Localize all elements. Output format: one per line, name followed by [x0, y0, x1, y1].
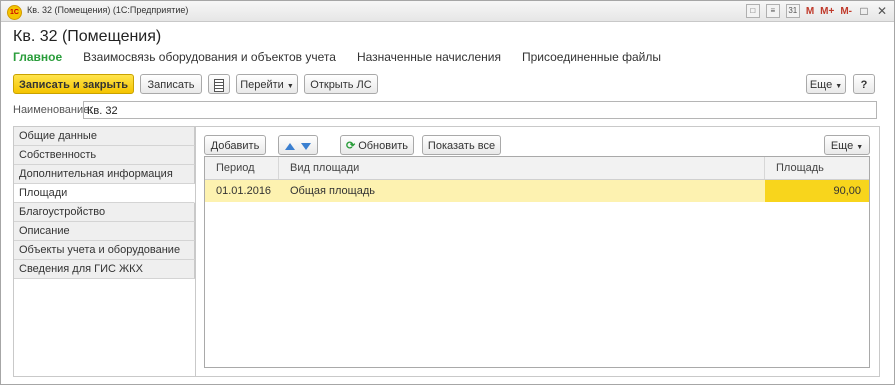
goto-button[interactable]: Перейти ▼ — [236, 74, 298, 94]
sidebar-item-amenities[interactable]: Благоустройство — [14, 203, 195, 222]
restore-icon[interactable]: □ — [858, 4, 870, 18]
calendar-icon[interactable]: 31 — [785, 4, 800, 18]
cell-period[interactable]: 01.01.2016 — [205, 180, 279, 202]
tab-assigned-charges[interactable]: Назначенные начисления — [357, 50, 501, 64]
arrow-down-icon[interactable] — [301, 142, 311, 150]
details-panel: Общие данные Собственность Дополнительна… — [13, 126, 880, 377]
sidebar-item-metering-objects[interactable]: Объекты учета и оборудование — [14, 241, 195, 260]
app-window: 1С Кв. 32 (Помещения) (1С:Предприятие) □… — [0, 0, 895, 385]
save-icon[interactable]: □ — [745, 4, 760, 18]
sidebar-item-general[interactable]: Общие данные — [14, 127, 195, 146]
sidebar-item-areas[interactable]: Площади — [14, 184, 195, 203]
refresh-icon: ⟳ — [345, 140, 356, 152]
refresh-button[interactable]: ⟳ Обновить — [340, 135, 414, 155]
save-and-close-button[interactable]: Записать и закрыть — [13, 74, 134, 94]
areas-table: Период Вид площади Площадь 01.01.2016 Об… — [204, 156, 870, 368]
command-bar: Записать и закрыть Записать Перейти ▼ Отк… — [13, 74, 879, 96]
refresh-label: Обновить — [358, 140, 409, 152]
table-row[interactable]: 01.01.2016 Общая площадь 90,00 — [205, 180, 869, 202]
memory-m-button[interactable]: M — [806, 6, 814, 17]
close-icon[interactable]: ✕ — [876, 4, 888, 18]
list-icon[interactable]: ≡ — [765, 4, 780, 18]
column-header-period[interactable]: Период — [205, 157, 279, 179]
tab-main[interactable]: Главное — [13, 50, 62, 64]
chevron-down-icon: ▼ — [835, 83, 843, 90]
name-label: Наименование: — [13, 104, 93, 116]
save-button[interactable]: Записать — [140, 74, 202, 94]
form-title: Кв. 32 (Помещения) — [13, 28, 162, 45]
cell-area[interactable]: 90,00 — [765, 180, 869, 202]
more-label: Еще — [809, 79, 833, 91]
more-button[interactable]: Еще ▼ — [806, 74, 846, 94]
table-header: Период Вид площади Площадь — [205, 157, 869, 180]
arrow-up-icon[interactable] — [285, 142, 295, 150]
goto-label: Перейти — [240, 79, 284, 91]
areas-content: Добавить ⟳ Обновить Показать все Еще ▼ Пер… — [195, 127, 879, 376]
window-title: Кв. 32 (Помещения) (1С:Предприятие) — [27, 5, 189, 15]
show-all-button[interactable]: Показать все — [422, 135, 501, 155]
sidebar-item-gis-info[interactable]: Сведения для ГИС ЖКХ — [14, 260, 195, 279]
app-logo: 1С — [7, 5, 22, 20]
tab-equipment-relation[interactable]: Взаимосвязь оборудования и объектов учет… — [83, 50, 336, 64]
sidebar-item-description[interactable]: Описание — [14, 222, 195, 241]
table-more-label: Еще — [830, 140, 854, 152]
titlebar-icons: □ ≡ 31 M M+ M- □ ✕ — [745, 3, 888, 19]
section-sidebar: Общие данные Собственность Дополнительна… — [14, 127, 195, 284]
add-button[interactable]: Добавить — [204, 135, 266, 155]
open-account-button[interactable]: Открыть ЛС — [304, 74, 378, 94]
table-more-button[interactable]: Еще ▼ — [824, 135, 870, 155]
column-header-area-type[interactable]: Вид площади — [279, 157, 765, 179]
memory-plus-button[interactable]: M+ — [820, 6, 834, 17]
sidebar-item-ownership[interactable]: Собственность — [14, 146, 195, 165]
help-button[interactable]: ? — [853, 74, 875, 94]
name-input[interactable]: Кв. 32 — [83, 101, 877, 119]
document-icon — [214, 78, 224, 92]
title-bar: 1С Кв. 32 (Помещения) (1С:Предприятие) □… — [1, 1, 894, 22]
memory-minus-button[interactable]: M- — [840, 6, 852, 17]
chevron-down-icon: ▼ — [856, 144, 864, 151]
chevron-down-icon: ▼ — [286, 83, 294, 90]
tab-attached-files[interactable]: Присоединенные файлы — [522, 50, 661, 64]
column-header-area[interactable]: Площадь — [765, 157, 869, 179]
sidebar-item-additional-info[interactable]: Дополнительная информация — [14, 165, 195, 184]
cell-area-type[interactable]: Общая площадь — [279, 180, 765, 202]
name-row: Наименование: Кв. 32 — [13, 101, 877, 121]
move-buttons — [278, 135, 318, 155]
form-nav: Главное Взаимосвязь оборудования и объек… — [13, 50, 682, 64]
report-button[interactable] — [208, 74, 230, 94]
